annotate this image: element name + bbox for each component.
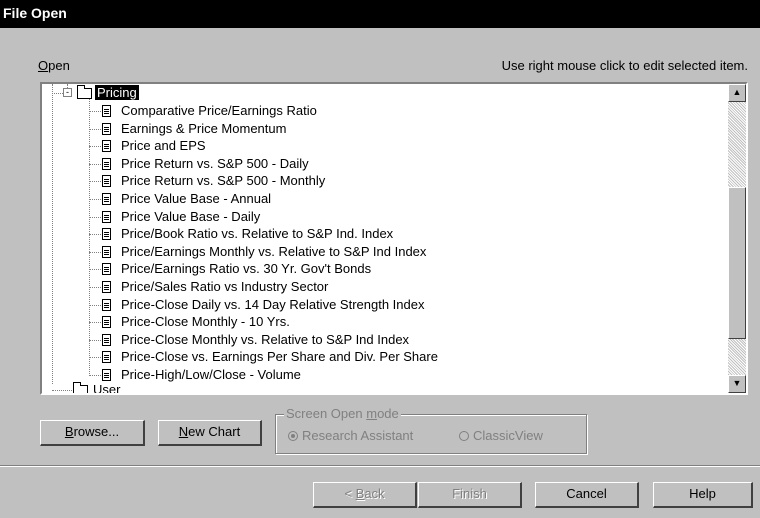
open-label: Open xyxy=(38,58,70,73)
tree-line xyxy=(89,146,101,148)
tree-folder-pricing[interactable]: Pricing xyxy=(95,84,139,102)
tree-content: - Pricing Comparative Price/Earnings Rat… xyxy=(42,84,728,393)
window-title-bar[interactable]: File Open xyxy=(0,0,760,28)
document-icon xyxy=(102,245,111,258)
separator-line xyxy=(0,465,760,467)
scroll-down-button[interactable]: ▼ xyxy=(728,375,746,393)
document-icon xyxy=(102,105,111,117)
tree-line xyxy=(89,216,101,218)
document-icon xyxy=(102,333,111,346)
scroll-thumb[interactable] xyxy=(728,187,746,339)
document-icon xyxy=(102,263,111,276)
document-icon xyxy=(102,157,111,170)
tree-item[interactable]: Price-Close Daily vs. 14 Day Relative St… xyxy=(121,296,424,314)
tree-line xyxy=(89,375,101,376)
tree-item[interactable]: Price/Earnings Monthly vs. Relative to S… xyxy=(121,243,426,261)
folder-label: Pricing xyxy=(95,85,139,100)
tree-item[interactable]: Price Return vs. S&P 500 - Daily xyxy=(121,155,309,173)
document-icon xyxy=(102,316,111,329)
tree-line xyxy=(89,234,101,236)
tree-line xyxy=(89,287,101,288)
tree-line xyxy=(89,269,101,271)
document-icon xyxy=(102,351,111,364)
tree-line xyxy=(89,199,101,200)
document-icon xyxy=(102,175,111,188)
open-folder-icon xyxy=(77,85,92,99)
tree-item[interactable]: Price Value Base - Annual xyxy=(121,190,271,208)
new-chart-button[interactable]: New Chart xyxy=(158,420,262,446)
finish-button[interactable]: Finish xyxy=(418,482,522,508)
tree-line xyxy=(52,390,72,391)
document-icon xyxy=(102,298,111,311)
tree-line xyxy=(89,357,101,359)
tree-item[interactable]: Price-Close Monthly - 10 Yrs. xyxy=(121,313,290,331)
cancel-button[interactable]: Cancel xyxy=(535,482,639,508)
tree-item[interactable]: Price-High/Low/Close - Volume xyxy=(121,366,301,384)
browse-button[interactable]: Browse... xyxy=(40,420,145,446)
folder-icon xyxy=(73,382,88,393)
document-icon xyxy=(102,140,111,153)
tree-line xyxy=(89,322,101,324)
chart-tree-view[interactable]: - Pricing Comparative Price/Earnings Rat… xyxy=(40,82,748,395)
scroll-up-button[interactable]: ▲ xyxy=(728,84,746,102)
radio-unchecked-icon xyxy=(459,431,469,441)
tree-line xyxy=(89,163,101,165)
screen-open-mode-group: Screen Open mode Research Assistant Clas… xyxy=(275,406,587,454)
tree-line xyxy=(89,111,101,112)
tree-folder-user[interactable]: User xyxy=(93,381,120,393)
hint-text: Use right mouse click to edit selected i… xyxy=(501,58,748,73)
tree-line xyxy=(89,128,101,130)
document-icon xyxy=(102,193,111,205)
back-button[interactable]: < Back xyxy=(313,482,417,508)
radio-checked-icon xyxy=(288,431,298,441)
tree-item[interactable]: Comparative Price/Earnings Ratio xyxy=(121,102,317,120)
help-button[interactable]: Help xyxy=(653,482,753,508)
tree-item[interactable]: Price/Book Ratio vs. Relative to S&P Ind… xyxy=(121,225,393,243)
tree-item[interactable]: Price/Earnings Ratio vs. 30 Yr. Gov't Bo… xyxy=(121,260,371,278)
tree-line xyxy=(52,93,63,94)
tree-item[interactable]: Price/Sales Ratio vs Industry Sector xyxy=(121,278,328,296)
tree-line xyxy=(89,181,101,183)
screen-open-mode-legend: Screen Open mode xyxy=(284,406,401,421)
research-assistant-radio[interactable]: Research Assistant xyxy=(288,428,413,443)
folder-label: User xyxy=(93,382,121,393)
collapse-toggle-icon[interactable]: - xyxy=(63,88,72,97)
tree-item[interactable]: Price-Close vs. Earnings Per Share and D… xyxy=(121,348,438,366)
window-title: File Open xyxy=(3,5,67,21)
tree-item[interactable]: Price Return vs. S&P 500 - Monthly xyxy=(121,172,325,190)
tree-line xyxy=(89,251,101,253)
tree-item[interactable]: Price and EPS xyxy=(121,137,206,155)
document-icon xyxy=(102,122,111,135)
tree-line xyxy=(52,84,53,384)
classic-view-radio[interactable]: ClassicView xyxy=(459,428,543,443)
tree-line xyxy=(89,339,101,341)
document-icon xyxy=(102,369,111,381)
tree-item[interactable]: Price Value Base - Daily xyxy=(121,208,260,226)
document-icon xyxy=(102,281,111,293)
vertical-scrollbar[interactable]: ▲ ▼ xyxy=(728,84,746,393)
tree-line xyxy=(89,304,101,306)
tree-item[interactable]: Price-Close Monthly vs. Relative to S&P … xyxy=(121,331,409,349)
document-icon xyxy=(102,228,111,241)
tree-item[interactable]: Earnings & Price Momentum xyxy=(121,120,286,138)
document-icon xyxy=(102,210,111,223)
